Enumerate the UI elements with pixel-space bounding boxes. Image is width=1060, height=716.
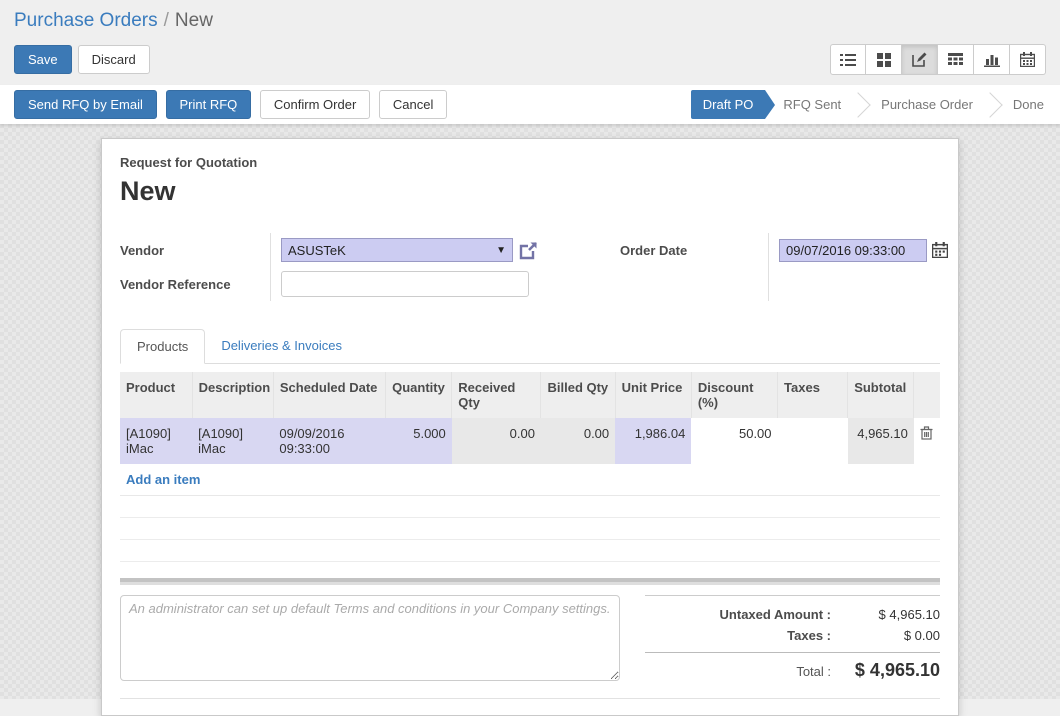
add-an-item-link[interactable]: Add an item [126, 472, 200, 487]
statusbar-buttons: Send RFQ by Email Print RFQ Confirm Orde… [14, 90, 452, 119]
cell-product[interactable]: [A1090] iMac [120, 418, 192, 464]
list-view-button[interactable] [830, 44, 866, 75]
column-description[interactable]: Description [192, 372, 273, 418]
column-taxes[interactable]: Taxes [778, 372, 848, 418]
untaxed-amount-value: $ 4,965.10 [845, 607, 940, 622]
column-received-qty[interactable]: Received Qty [452, 372, 541, 418]
column-discount[interactable]: Discount (%) [691, 372, 777, 418]
cell-scheduled-date[interactable]: 09/09/2016 09:33:00 [273, 418, 385, 464]
save-button[interactable]: Save [14, 45, 72, 74]
breadcrumb-current: New [175, 10, 213, 31]
column-actions [914, 372, 940, 418]
cell-subtotal: 4,965.10 [848, 418, 914, 464]
add-item-row: Add an item [120, 464, 940, 496]
cell-billed-qty: 0.00 [541, 418, 615, 464]
column-unit-price[interactable]: Unit Price [615, 372, 691, 418]
order-date-input[interactable] [779, 239, 927, 262]
breadcrumb-purchase-orders[interactable]: Purchase Orders [14, 10, 158, 31]
chevron-down-icon: ▼ [496, 245, 506, 256]
totals-divider [645, 652, 940, 653]
stage-done[interactable]: Done [1011, 97, 1046, 112]
column-subtotal[interactable]: Subtotal [848, 372, 914, 418]
cell-unit-price[interactable]: 1,986.04 [615, 418, 691, 464]
empty-row [120, 518, 940, 540]
column-quantity[interactable]: Quantity [386, 372, 452, 418]
page-title: New [120, 176, 940, 207]
form-view-button[interactable] [902, 44, 938, 75]
breadcrumb-separator: / [164, 10, 169, 31]
field-area: Vendor Vendor Reference ASUSTeK ▼ [120, 233, 940, 301]
vendor-label: Vendor [120, 243, 164, 258]
stage-purchase-order[interactable]: Purchase Order [879, 97, 975, 112]
terms-and-conditions-input[interactable] [120, 595, 620, 681]
taxes-label: Taxes : [645, 628, 845, 643]
content-background: Request for Quotation New Vendor Vendor … [0, 124, 1060, 699]
order-date-label: Order Date [620, 243, 687, 258]
external-link-icon[interactable] [519, 241, 538, 260]
action-row: Save Discard [14, 44, 1046, 75]
kanban-view-button[interactable] [866, 44, 902, 75]
confirm-order-button[interactable]: Confirm Order [260, 90, 370, 119]
cell-discount[interactable]: 50.00 [691, 418, 777, 464]
table-row[interactable]: [A1090] iMac [A1090] iMac 09/09/2016 09:… [120, 418, 940, 464]
notebook-tabs: Products Deliveries & Invoices [120, 329, 940, 364]
stage-draft-po[interactable]: Draft PO [691, 90, 766, 119]
vendor-reference-input[interactable] [281, 271, 529, 297]
cell-quantity[interactable]: 5.000 [386, 418, 452, 464]
cell-taxes[interactable] [778, 418, 848, 464]
totals-block: Untaxed Amount : $ 4,965.10 Taxes : $ 0.… [645, 595, 940, 684]
cell-received-qty: 0.00 [452, 418, 541, 464]
order-lines-table: Product Description Scheduled Date Quant… [120, 372, 940, 562]
delete-row-button[interactable] [914, 418, 940, 464]
total-value: $ 4,965.10 [845, 660, 940, 681]
bottom-section: Untaxed Amount : $ 4,965.10 Taxes : $ 0.… [120, 595, 940, 684]
graph-icon [984, 53, 1000, 67]
calendar-icon[interactable] [932, 242, 948, 258]
tab-deliveries-invoices[interactable]: Deliveries & Invoices [205, 329, 358, 363]
vendor-reference-label: Vendor Reference [120, 277, 231, 292]
taxes-value: $ 0.00 [845, 628, 940, 643]
pivot-view-button[interactable] [938, 44, 974, 75]
pivot-icon [948, 53, 963, 67]
send-rfq-by-email-button[interactable]: Send RFQ by Email [14, 90, 157, 119]
sheet-bottom-rule [120, 698, 940, 699]
column-billed-qty[interactable]: Billed Qty [541, 372, 615, 418]
breadcrumb: Purchase Orders / New [14, 10, 1046, 32]
graph-view-button[interactable] [974, 44, 1010, 75]
table-header-row: Product Description Scheduled Date Quant… [120, 372, 940, 418]
empty-row [120, 540, 940, 562]
column-scheduled-date[interactable]: Scheduled Date [273, 372, 385, 418]
form-sheet: Request for Quotation New Vendor Vendor … [101, 138, 959, 716]
list-icon [840, 53, 856, 67]
stage-rfq-sent[interactable]: RFQ Sent [781, 97, 843, 112]
column-product[interactable]: Product [120, 372, 192, 418]
view-switcher [830, 44, 1046, 75]
discard-button[interactable]: Discard [78, 45, 150, 74]
cancel-button[interactable]: Cancel [379, 90, 447, 119]
tab-products[interactable]: Products [120, 329, 205, 364]
print-rfq-button[interactable]: Print RFQ [166, 90, 252, 119]
vendor-select[interactable]: ASUSTeK ▼ [281, 238, 513, 262]
top-header: Purchase Orders / New Save Discard [0, 0, 1060, 85]
untaxed-amount-label: Untaxed Amount : [645, 607, 845, 622]
right-field-group: Order Date [620, 233, 948, 301]
trash-icon [920, 428, 933, 443]
empty-row [120, 496, 940, 518]
stage-chevron-icon [845, 92, 870, 117]
total-label: Total : [645, 664, 845, 679]
left-field-group: Vendor Vendor Reference ASUSTeK ▼ [120, 233, 538, 301]
kanban-icon [877, 53, 891, 67]
vendor-value: ASUSTeK [288, 243, 496, 258]
section-divider [120, 578, 940, 585]
status-pipeline: Draft PO RFQ Sent Purchase Order Done [691, 90, 1046, 119]
form-icon [912, 52, 927, 67]
form-subtitle: Request for Quotation [120, 155, 940, 170]
calendar-view-button[interactable] [1010, 44, 1046, 75]
calendar-icon [1020, 52, 1035, 67]
statusbar: Send RFQ by Email Print RFQ Confirm Orde… [0, 85, 1060, 124]
cell-description[interactable]: [A1090] iMac [192, 418, 273, 464]
stage-chevron-icon [977, 92, 1002, 117]
